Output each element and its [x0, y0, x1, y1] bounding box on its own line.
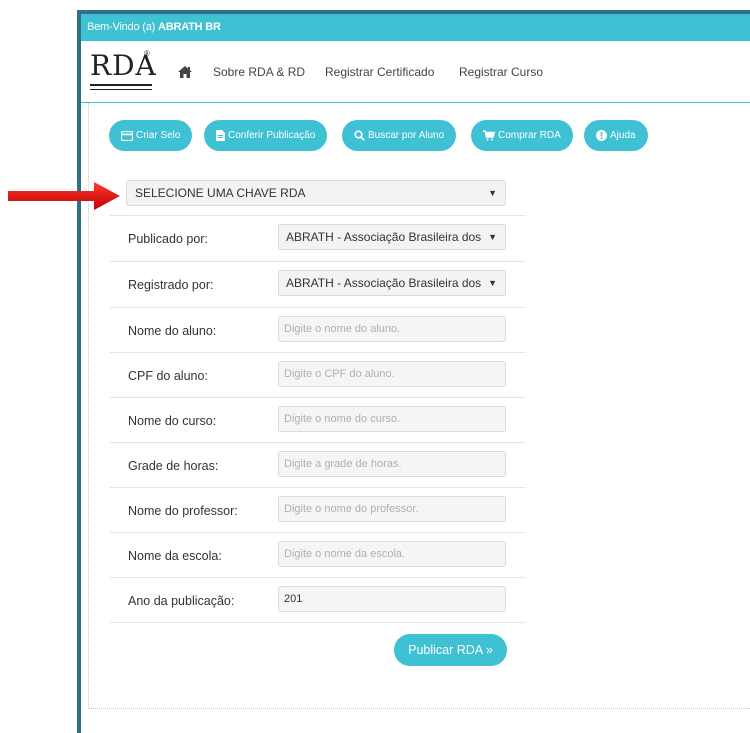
- navbar: RDA ® Sobre RDA & RD Registrar Certifica…: [81, 41, 750, 103]
- aluno-input[interactable]: Digite o nome do aluno.: [278, 316, 506, 342]
- registrado-select[interactable]: ABRATH - Associação Brasileira dos ▼: [278, 270, 506, 296]
- publicado-row: Publicado por: ABRATH - Associação Brasi…: [110, 215, 525, 260]
- ano-label: Ano da publicação:: [128, 594, 235, 608]
- exclamation-circle-icon: [596, 130, 607, 141]
- registrado-label: Registrado por:: [128, 278, 214, 292]
- chave-rda-select-value: SELECIONE UMA CHAVE RDA: [135, 186, 306, 200]
- buscar-por-aluno-label: Buscar por Aluno: [368, 130, 445, 141]
- escola-label: Nome da escola:: [128, 549, 222, 563]
- chevron-down-icon: ▼: [484, 225, 497, 249]
- cpf-label: CPF do aluno:: [128, 369, 208, 383]
- horas-label: Grade de horas:: [128, 459, 219, 473]
- home-icon[interactable]: [177, 64, 193, 80]
- nav-link-registrar-curso[interactable]: Registrar Curso: [459, 65, 543, 79]
- aluno-row: Nome do aluno: Digite o nome do aluno.: [110, 307, 525, 352]
- escola-input[interactable]: Digite o nome da escola.: [278, 541, 506, 567]
- conferir-publicacao-button[interactable]: Conferir Publicação: [204, 120, 328, 151]
- nav-link-sobre[interactable]: Sobre RDA & RD: [213, 65, 305, 79]
- frame-border-left: [77, 10, 81, 733]
- criar-selo-button[interactable]: Criar Selo: [109, 120, 193, 151]
- welcome-bar: Bem-Vindo (a) ABRATH BR: [81, 14, 750, 41]
- publicado-label: Publicado por:: [128, 232, 208, 246]
- rda-logo[interactable]: RDA ®: [90, 49, 156, 95]
- search-icon: [354, 130, 365, 141]
- file-icon: [216, 130, 225, 141]
- curso-input[interactable]: Digite o nome do curso.: [278, 406, 506, 432]
- publicado-select[interactable]: ABRATH - Associação Brasileira dos ▼: [278, 224, 506, 250]
- credit-card-icon: [121, 130, 133, 141]
- ajuda-label: Ajuda: [610, 130, 636, 141]
- ajuda-button[interactable]: Ajuda: [584, 120, 648, 151]
- logo-underline: [90, 84, 152, 86]
- chevron-down-icon: ▼: [484, 271, 497, 295]
- professor-row: Nome do professor: Digite o nome do prof…: [110, 487, 525, 532]
- chevron-down-icon: ▼: [488, 188, 497, 198]
- criar-selo-label: Criar Selo: [136, 130, 181, 141]
- red-arrow-icon: [8, 182, 120, 210]
- welcome-user: ABRATH BR: [157, 21, 221, 33]
- escola-row: Nome da escola: Digite o nome da escola.: [110, 532, 525, 577]
- professor-input[interactable]: Digite o nome do professor.: [278, 496, 506, 522]
- buscar-por-aluno-button[interactable]: Buscar por Aluno: [342, 120, 457, 151]
- comprar-rda-label: Comprar RDA: [498, 130, 561, 141]
- aluno-label: Nome do aluno:: [128, 324, 217, 338]
- curso-row: Nome do curso: Digite o nome do curso.: [110, 397, 525, 442]
- form-divider: [110, 622, 525, 623]
- cart-icon: [483, 130, 495, 141]
- registrado-row: Registrado por: ABRATH - Associação Bras…: [110, 261, 525, 306]
- welcome-prefix: Bem-Vindo (a): [87, 21, 156, 33]
- ano-input[interactable]: 201: [278, 586, 506, 612]
- registrado-select-value: ABRATH - Associação Brasileira dos: [286, 276, 482, 290]
- curso-label: Nome do curso:: [128, 414, 217, 428]
- conferir-publicacao-label: Conferir Publicação: [228, 130, 316, 141]
- cpf-row: CPF do aluno: Digite o CPF do aluno.: [110, 352, 525, 397]
- logo-registered-mark: ®: [144, 49, 150, 58]
- page: Bem-Vindo (a) ABRATH BR RDA ® Sobre RDA …: [0, 0, 750, 733]
- cpf-input[interactable]: Digite o CPF do aluno.: [278, 361, 506, 387]
- logo-underline-thin: [90, 89, 152, 90]
- publicar-rda-button[interactable]: Publicar RDA »: [394, 634, 507, 666]
- nav-link-registrar-certificado[interactable]: Registrar Certificado: [325, 65, 434, 79]
- publicado-select-value: ABRATH - Associação Brasileira dos: [286, 230, 482, 244]
- comprar-rda-button[interactable]: Comprar RDA: [471, 120, 573, 151]
- horas-row: Grade de horas: Digite a grade de horas.: [110, 442, 525, 487]
- horas-input[interactable]: Digite a grade de horas.: [278, 451, 506, 477]
- professor-label: Nome do professor:: [128, 504, 238, 518]
- ano-row: Ano da publicação: 201: [110, 577, 525, 622]
- chave-rda-select[interactable]: SELECIONE UMA CHAVE RDA ▼: [126, 180, 506, 206]
